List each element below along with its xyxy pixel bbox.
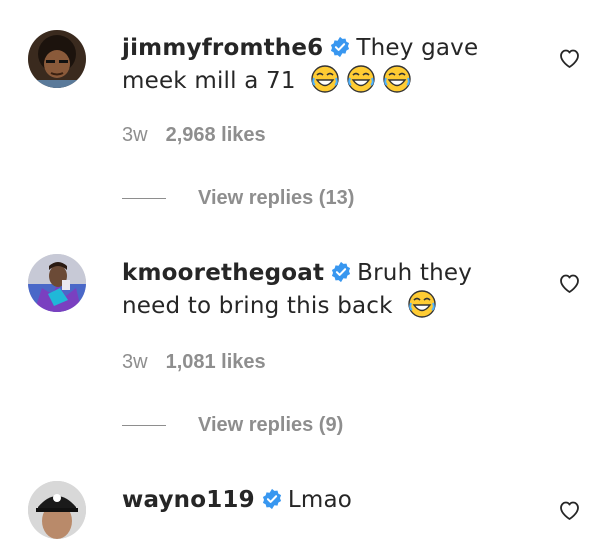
verified-badge-icon [261,488,283,510]
comment-meta: 3w 2,968 likes [122,124,266,147]
comment-body: Lmao [287,487,353,513]
comment-text-block: wayno119 Lmao [122,484,532,517]
comment-likes[interactable]: 1,081 likes [166,351,266,373]
view-replies-button[interactable]: View replies (13) [122,183,354,213]
laughing-crying-emoji-icon [408,290,436,318]
view-replies-label[interactable]: View replies (9) [198,414,343,437]
avatar[interactable] [28,30,86,88]
like-heart-icon[interactable] [557,498,582,522]
laughing-crying-emoji-icon [383,65,411,93]
comment-timestamp: 3w [122,124,148,146]
replies-divider [122,424,166,426]
comment-text-block: jimmyfromthe6 They gave meek mill a 71 [122,32,532,98]
comment-username[interactable]: jimmyfromthe6 [122,35,323,61]
replies-divider [122,197,166,199]
avatar[interactable] [28,481,86,539]
like-heart-icon[interactable] [557,46,582,70]
comment-timestamp: 3w [122,351,148,373]
view-replies-label[interactable]: View replies (13) [198,187,354,210]
comment-meta: 3w 1,081 likes [122,351,266,374]
comment-username[interactable]: kmoorethegoat [122,260,324,286]
verified-badge-icon [330,261,352,283]
laughing-crying-emoji-icon [347,65,375,93]
like-heart-icon[interactable] [557,271,582,295]
laughing-crying-emoji-icon [311,65,339,93]
comment-username[interactable]: wayno119 [122,487,255,513]
verified-badge-icon [329,36,351,58]
view-replies-button[interactable]: View replies (9) [122,410,343,440]
avatar[interactable] [28,254,86,312]
comment-likes[interactable]: 2,968 likes [166,124,266,146]
comment-text-block: kmoorethegoat Bruh they need to bring thi… [122,257,532,323]
